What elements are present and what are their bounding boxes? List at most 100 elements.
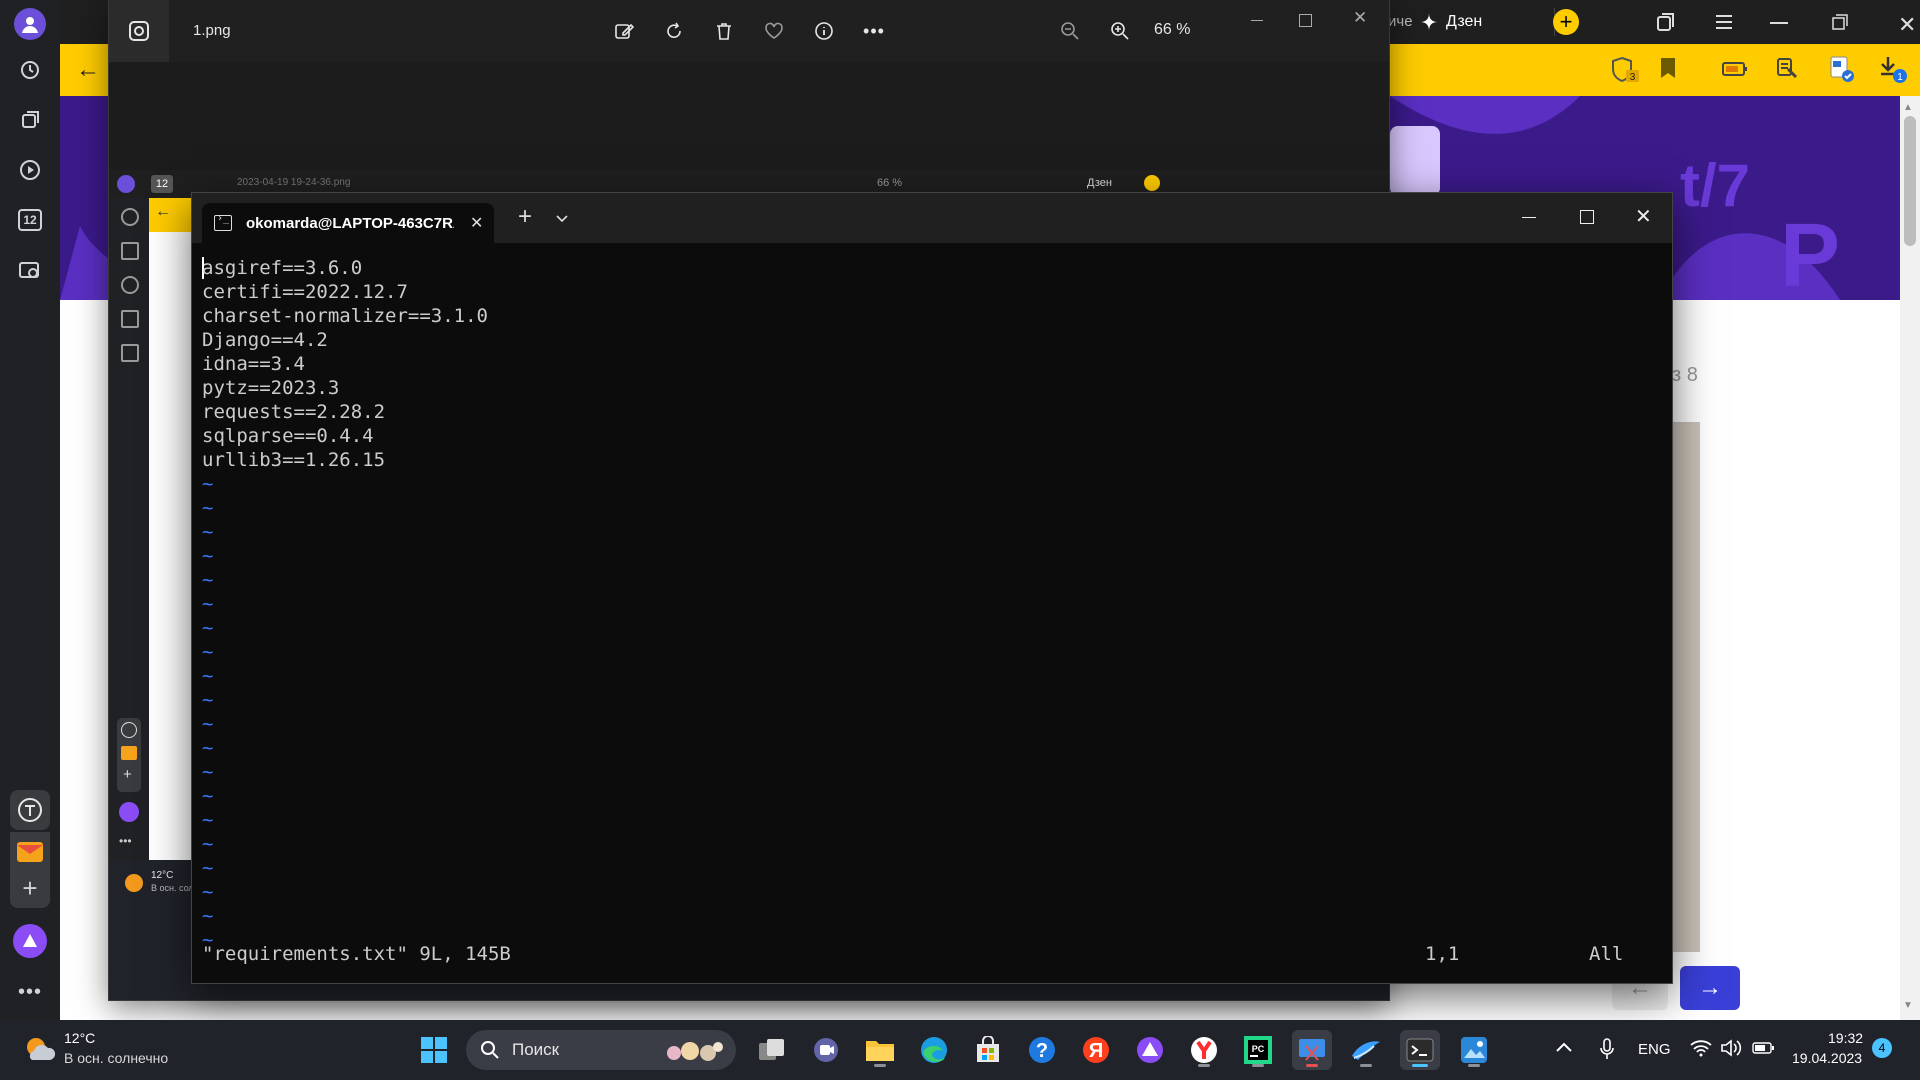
translator-icon[interactable] [10, 790, 50, 830]
rotate-icon[interactable] [659, 16, 689, 46]
nested-panel-widgets: + [117, 718, 141, 792]
photos-app-icon[interactable] [1454, 1030, 1494, 1070]
file-explorer-icon[interactable] [860, 1030, 900, 1070]
windows-terminal-icon[interactable] [1400, 1030, 1440, 1070]
info-icon[interactable] [809, 16, 839, 46]
bookmark-icon[interactable] [1660, 57, 1676, 79]
nested-mail-icon [121, 746, 137, 760]
pilot-wing-app-icon[interactable] [1346, 1030, 1386, 1070]
nested-more-icon: ••• [119, 834, 132, 848]
zoom-out-icon[interactable] [1055, 16, 1085, 46]
clock-time[interactable]: 19:32 [1828, 1030, 1863, 1046]
weather-description: В осн. солнечно [64, 1050, 169, 1066]
screenshot-camera-icon[interactable] [14, 254, 46, 286]
empty-line-tilde: ~ [202, 785, 214, 807]
favorite-heart-icon[interactable] [759, 16, 789, 46]
file-line: urllib3==1.26.15 [202, 449, 386, 471]
file-line: idna==3.4 [202, 353, 305, 375]
alice-assistant-icon[interactable] [13, 924, 47, 958]
edge-browser-icon[interactable] [914, 1030, 954, 1070]
show-hidden-icons-chevron-icon[interactable] [1556, 1042, 1572, 1052]
next-arrow-button[interactable]: → [1680, 966, 1740, 1010]
alice-icon[interactable] [1130, 1030, 1170, 1070]
weather-sun-cloud-icon[interactable] [22, 1034, 56, 1064]
terminal-tab-close-icon[interactable]: ✕ [470, 213, 483, 233]
delete-trash-icon[interactable] [709, 16, 739, 46]
browser-scrollbar[interactable]: ▲ ▼ [1900, 96, 1920, 1020]
snipping-tool-icon[interactable] [1292, 1030, 1332, 1070]
taskbar-search-box[interactable]: Поиск [466, 1030, 736, 1070]
viewer-app-icon-area [109, 0, 169, 62]
empty-line-tilde: ~ [202, 497, 214, 519]
svg-text:Я: Я [1089, 1040, 1103, 1062]
tab-dropdown-chevron-icon[interactable] [556, 215, 568, 223]
empty-line-tilde: ~ [202, 593, 214, 615]
nested-translator-icon [121, 722, 137, 738]
nested-file-name: 2023-04-19 19-24-36.png [237, 177, 351, 188]
collections-icon[interactable] [14, 104, 46, 136]
new-terminal-tab-button[interactable]: + [518, 205, 532, 229]
video-play-icon[interactable] [14, 154, 46, 186]
clock-date[interactable]: 19.04.2023 [1792, 1050, 1862, 1066]
extension-icon[interactable] [1827, 55, 1855, 83]
file-line: Django==4.2 [202, 329, 328, 351]
empty-line-tilde: ~ [202, 545, 214, 567]
pycharm-icon[interactable]: PC [1238, 1030, 1278, 1070]
empty-line-tilde: ~ [202, 713, 214, 735]
edit-image-icon[interactable] [609, 16, 639, 46]
history-icon[interactable] [14, 54, 46, 86]
tv-12-channel-icon[interactable]: 12 [14, 204, 46, 236]
close-window-icon[interactable]: ✕ [1898, 12, 1916, 38]
empty-line-tilde: ~ [202, 665, 214, 687]
scrollbar-thumb[interactable] [1904, 116, 1916, 246]
menu-icon[interactable] [1715, 14, 1733, 30]
tabs-collection-icon[interactable] [1655, 11, 1677, 33]
zoom-in-icon[interactable] [1105, 16, 1135, 46]
new-tab-button[interactable]: + [1553, 9, 1579, 35]
notification-count-badge[interactable]: 4 [1872, 1038, 1892, 1058]
start-windows-icon[interactable] [414, 1030, 454, 1070]
terminal-body[interactable]: asgiref==3.6.0 certifi==2022.12.7 charse… [192, 243, 1672, 983]
volume-icon[interactable] [1720, 1039, 1742, 1057]
yandex-browser-icon[interactable] [1184, 1030, 1224, 1070]
protect-shield-icon[interactable]: 3 [1610, 56, 1640, 84]
scroll-down-arrow-icon[interactable]: ▼ [1903, 1000, 1913, 1011]
terminal-tab[interactable]: ›_ okomarda@LAPTOP-463C7RA ✕ [202, 203, 494, 243]
empty-line-tilde: ~ [202, 473, 214, 495]
empty-line-tilde: ~ [202, 737, 214, 759]
tab-dzen[interactable]: Дзен [1420, 8, 1482, 36]
terminal-maximize-button[interactable] [1580, 210, 1594, 224]
minimize-icon[interactable] [1770, 22, 1788, 24]
reader-mode-icon[interactable] [1776, 57, 1800, 81]
profile-avatar-icon[interactable] [14, 8, 46, 40]
teams-chat-icon[interactable] [806, 1030, 846, 1070]
search-icon [481, 1041, 499, 1059]
yandex-icon[interactable]: Я [1076, 1030, 1116, 1070]
add-panel-icon[interactable]: + [10, 868, 50, 908]
wifi-icon[interactable] [1690, 1039, 1712, 1057]
battery-saver-icon[interactable] [1722, 61, 1748, 77]
back-arrow-icon[interactable]: ← [76, 58, 100, 82]
downloads-icon[interactable]: 1 [1878, 54, 1908, 84]
microsoft-store-icon[interactable] [968, 1030, 1008, 1070]
svg-text:PC: PC [1252, 1044, 1265, 1054]
empty-line-tilde: ~ [202, 521, 214, 543]
running-indicator [1306, 1064, 1318, 1067]
restore-window-icon[interactable] [1832, 14, 1848, 30]
input-language[interactable]: ENG [1638, 1041, 1671, 1058]
battery-icon[interactable] [1752, 1042, 1774, 1054]
task-view-icon[interactable] [752, 1030, 792, 1070]
help-question-icon[interactable]: ? [1022, 1030, 1062, 1070]
viewer-close-button[interactable]: ✕ [1353, 8, 1367, 28]
microphone-icon[interactable] [1600, 1038, 1614, 1060]
viewer-maximize-button[interactable] [1299, 14, 1312, 27]
terminal-minimize-button[interactable] [1522, 217, 1536, 218]
empty-line-tilde: ~ [202, 641, 214, 663]
terminal-tab-icon: ›_ [214, 213, 232, 231]
mail-icon[interactable] [10, 832, 50, 872]
more-options-icon[interactable]: ••• [859, 16, 889, 46]
more-dots-icon[interactable]: ••• [14, 976, 46, 1008]
terminal-close-button[interactable]: ✕ [1635, 204, 1652, 229]
viewer-minimize-button[interactable] [1251, 20, 1263, 21]
scroll-up-arrow-icon[interactable]: ▲ [1903, 102, 1913, 113]
